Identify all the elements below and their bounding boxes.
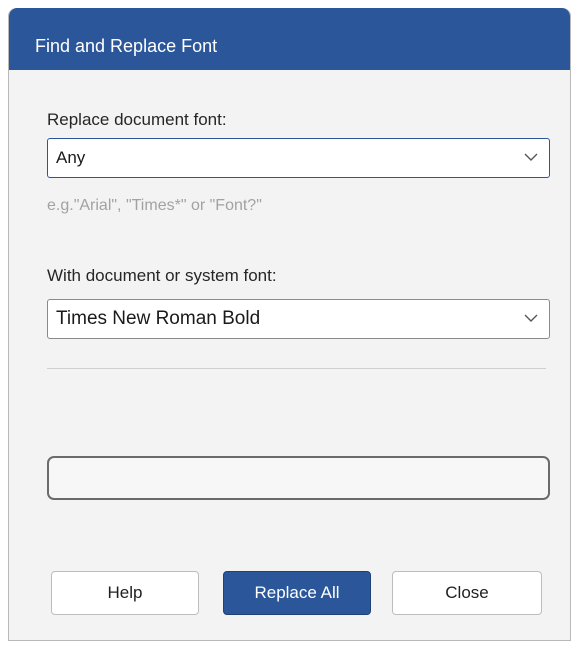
replace-progress-bar: [47, 456, 550, 500]
close-button[interactable]: Close: [392, 571, 542, 615]
find-replace-font-dialog: Find and Replace Font Replace document f…: [8, 8, 571, 641]
with-font-value: Times New Roman Bold: [56, 308, 261, 329]
help-button[interactable]: Help: [51, 571, 199, 615]
replace-all-button[interactable]: Replace All: [223, 571, 371, 615]
with-font-label: With document or system font:: [47, 266, 277, 285]
chevron-down-icon[interactable]: [523, 149, 539, 165]
with-font-combobox[interactable]: Times New Roman Bold: [47, 299, 550, 339]
replace-font-combobox[interactable]: Any: [47, 138, 550, 178]
replace-font-value: Any: [56, 148, 86, 167]
dialog-title-bar[interactable]: Find and Replace Font: [9, 8, 570, 70]
section-divider: [47, 368, 546, 369]
dialog-title: Find and Replace Font: [35, 36, 218, 56]
chevron-down-icon[interactable]: [523, 310, 539, 326]
font-pattern-hint: e.g."Arial", "Times*" or "Font?": [47, 197, 262, 214]
replace-font-label: Replace document font:: [47, 110, 227, 129]
